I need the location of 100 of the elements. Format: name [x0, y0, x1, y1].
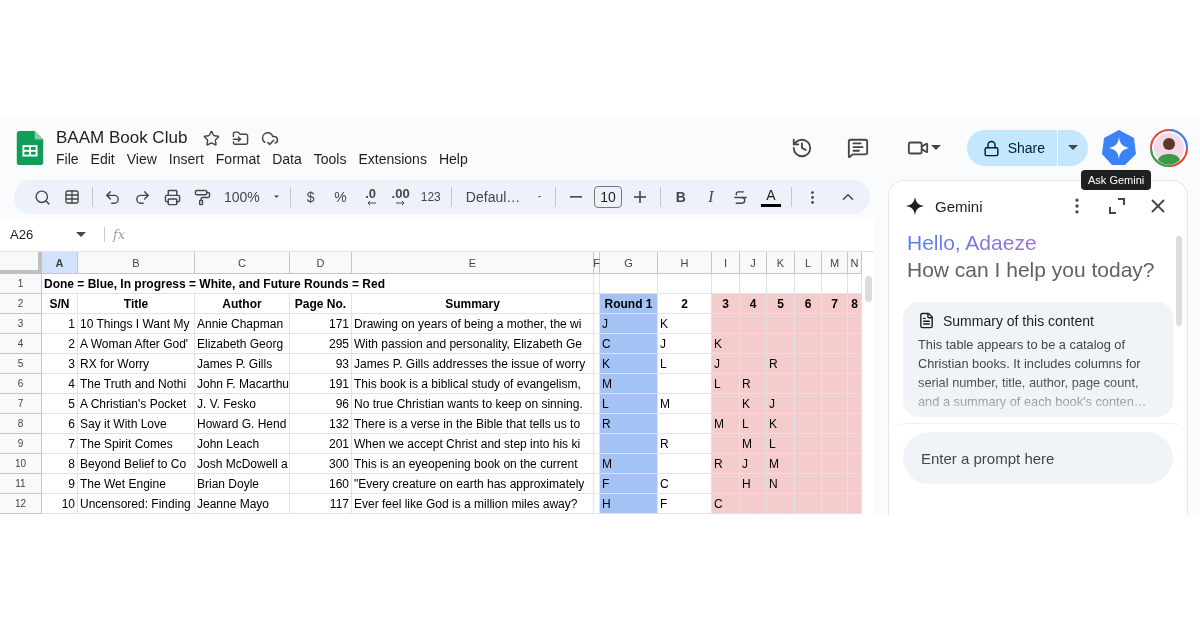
column-header[interactable]: G — [600, 252, 658, 274]
table-cell: H — [600, 494, 658, 514]
table-cell — [600, 274, 658, 294]
column-header[interactable]: N — [848, 252, 862, 274]
bold-button[interactable]: B — [668, 184, 693, 210]
gemini-button[interactable] — [1100, 129, 1138, 167]
percent-button[interactable]: % — [328, 184, 353, 210]
undo-icon[interactable] — [104, 188, 122, 206]
table-cell: The Truth and Nothi — [78, 374, 195, 394]
prompt-field[interactable]: Enter a prompt here — [903, 432, 1173, 484]
row-header[interactable]: 5 — [0, 354, 42, 374]
expand-icon[interactable] — [1109, 198, 1125, 214]
column-header[interactable]: A — [42, 252, 78, 274]
table-cell: Jeanne Mayo — [195, 494, 290, 514]
menu-item[interactable]: Data — [266, 150, 308, 168]
table-cell — [848, 274, 862, 294]
table-cell: K — [740, 394, 767, 414]
row-header[interactable]: 1 — [0, 274, 42, 294]
table-cell: When we accept Christ and step into his ki — [352, 434, 594, 454]
cloud-check-icon[interactable] — [261, 129, 280, 147]
scrollbar[interactable] — [864, 276, 872, 302]
table-cell: M — [767, 454, 795, 474]
row-header[interactable]: 10 — [0, 454, 42, 474]
paint-roller-icon[interactable] — [194, 188, 212, 206]
table-icon[interactable] — [64, 189, 80, 205]
column-header[interactable]: I — [712, 252, 740, 274]
menu-item[interactable]: Format — [209, 150, 267, 168]
number-format-button[interactable]: 123 — [418, 184, 443, 210]
table-cell — [658, 374, 712, 394]
column-header[interactable]: C — [195, 252, 290, 274]
menu-item[interactable]: Edit — [84, 150, 121, 168]
table-cell: This book is a biblical study of evangelism, — [352, 374, 594, 394]
strikethrough-icon[interactable] — [732, 188, 750, 206]
menu-item[interactable]: File — [50, 150, 85, 168]
table-cell: L — [600, 394, 658, 414]
document-icon — [918, 312, 935, 329]
row-header[interactable]: 11 — [0, 474, 42, 494]
table-cell: L — [712, 374, 740, 394]
row-header[interactable]: 8 — [0, 414, 42, 434]
star-icon[interactable] — [203, 129, 221, 147]
increase-decimal-button[interactable]: .00 — [388, 184, 413, 210]
search-icon[interactable] — [33, 188, 51, 206]
font-dropdown[interactable]: Defaul… — [459, 184, 548, 210]
currency-button[interactable]: $ — [298, 184, 323, 210]
row-header[interactable]: 7 — [0, 394, 42, 414]
column-header[interactable]: H — [658, 252, 712, 274]
row-header[interactable]: 6 — [0, 374, 42, 394]
table-cell: M — [600, 374, 658, 394]
table-cell: F — [600, 474, 658, 494]
row-header[interactable]: 2 — [0, 294, 42, 314]
table-cell — [848, 314, 862, 334]
column-header[interactable]: B — [78, 252, 195, 274]
column-header[interactable]: J — [740, 252, 767, 274]
menu-item[interactable]: Extensions — [352, 150, 433, 168]
comment-icon[interactable] — [846, 137, 869, 159]
tooltip: Ask Gemini — [1081, 170, 1152, 190]
menu-item[interactable]: Tools — [307, 150, 353, 168]
avatar[interactable] — [1150, 129, 1188, 167]
decrease-decimal-button[interactable]: .0 — [358, 184, 383, 210]
summary-card[interactable]: Summary of this content This table appears to be a catalog of Christian books. It includes columns for serial number, title, author, page count, and a summary of each book's conten… — [903, 302, 1173, 417]
name-box[interactable]: A26 — [0, 227, 92, 242]
italic-button[interactable]: I — [698, 184, 723, 210]
row-header[interactable]: 9 — [0, 434, 42, 454]
table-cell: Author — [195, 294, 290, 314]
table-cell — [712, 434, 740, 454]
row-header[interactable]: 3 — [0, 314, 42, 334]
column-header[interactable]: E — [352, 252, 594, 274]
table-cell: 132 — [290, 414, 352, 434]
table-cell — [848, 414, 862, 434]
table-cell: Summary — [352, 294, 594, 314]
minus-icon[interactable] — [570, 196, 583, 198]
table-cell: 8 — [42, 454, 78, 474]
document-title[interactable]: BAAM Book Club — [56, 128, 188, 148]
menu-item[interactable]: View — [120, 150, 163, 168]
table-cell: No true Christian wants to keep on sinning. — [352, 394, 594, 414]
caret-icon — [930, 145, 941, 151]
row-header[interactable]: 4 — [0, 334, 42, 354]
table-cell: J — [600, 314, 658, 334]
table-cell: 2 — [42, 334, 78, 354]
folder-icon[interactable] — [232, 129, 250, 147]
sheets-logo[interactable] — [16, 131, 44, 165]
column-header[interactable]: L — [795, 252, 822, 274]
menu-item[interactable]: Help — [432, 150, 474, 168]
plus-icon[interactable] — [633, 191, 646, 203]
text-color-button[interactable]: A — [758, 184, 784, 210]
table-cell — [848, 354, 862, 374]
table-cell: John F. Macarthu — [195, 374, 290, 394]
print-icon[interactable] — [164, 188, 182, 206]
zoom-dropdown[interactable]: 100% — [220, 184, 282, 210]
column-header[interactable]: K — [767, 252, 795, 274]
redo-icon[interactable] — [134, 188, 152, 206]
row-header[interactable]: 12 — [0, 494, 42, 514]
column-header[interactable]: M — [822, 252, 848, 274]
font-size-field[interactable]: 10 — [594, 186, 622, 208]
arrow-icon — [395, 200, 406, 206]
history-icon[interactable] — [790, 137, 813, 159]
scrollbar[interactable] — [1176, 236, 1182, 326]
column-header[interactable]: D — [290, 252, 352, 274]
table-cell: 93 — [290, 354, 352, 374]
menu-item[interactable]: Insert — [162, 150, 210, 168]
